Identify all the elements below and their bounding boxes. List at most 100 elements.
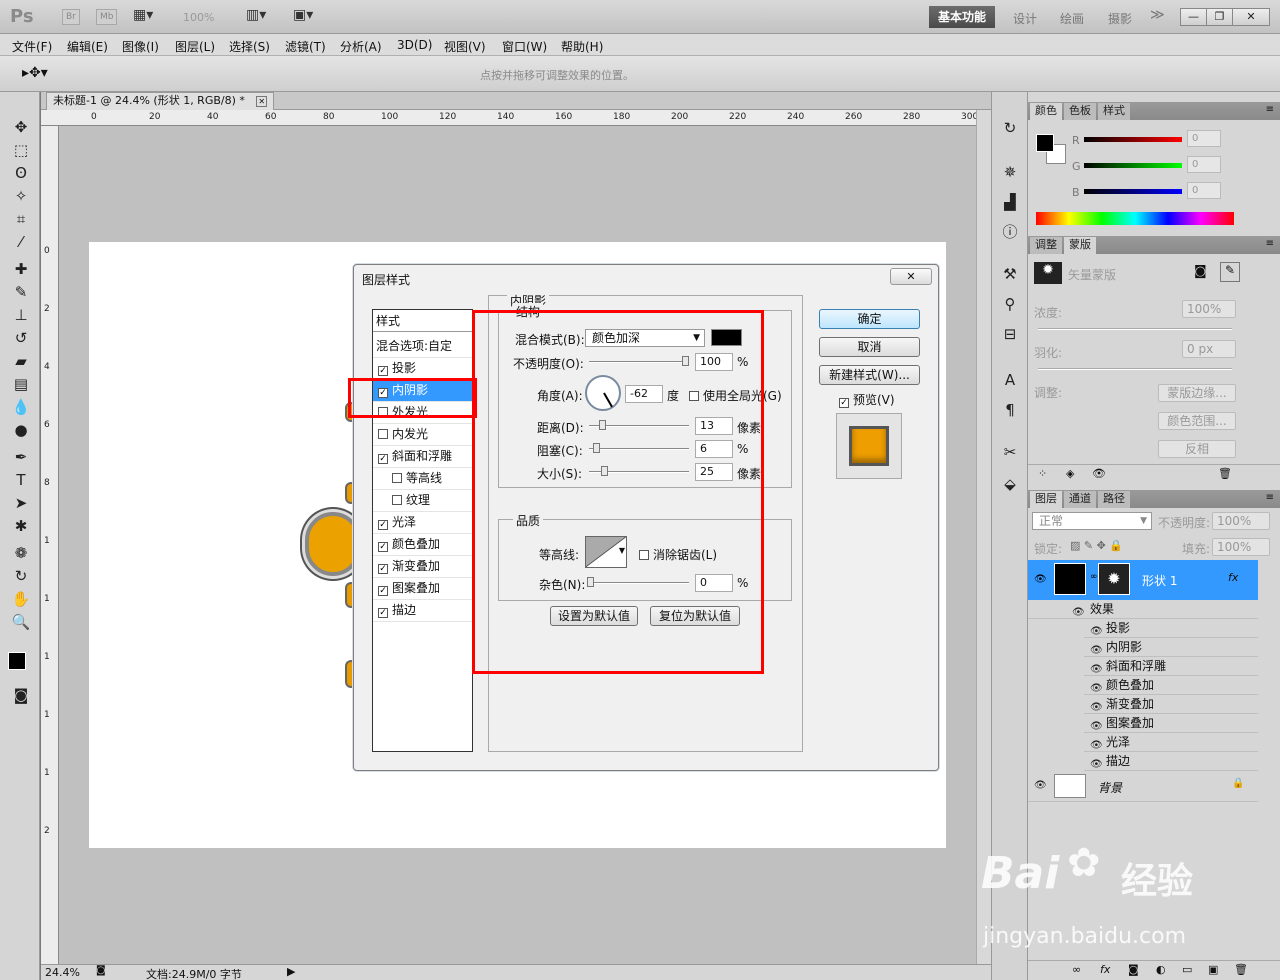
menu-layer[interactable]: 图层(L) (175, 38, 215, 55)
type-icon[interactable]: T (9, 469, 33, 491)
r-input[interactable]: 0 (1187, 130, 1221, 147)
foreground-color-swatch[interactable] (8, 652, 26, 670)
style-item[interactable]: ✓ 光泽 (373, 512, 472, 534)
style-item[interactable]: ✓ 渐变叠加 (373, 556, 472, 578)
eyedropper-icon[interactable]: ⁄ (9, 231, 33, 253)
healing-brush-icon[interactable]: ✚ (9, 258, 33, 280)
dodge-icon[interactable]: ● (9, 419, 33, 441)
lasso-icon[interactable]: ʘ (9, 162, 33, 184)
character-icon[interactable]: A (1000, 370, 1020, 390)
menu-select[interactable]: 选择(S) (229, 38, 270, 55)
info-icon[interactable]: ⓘ (1000, 222, 1020, 242)
menu-3d[interactable]: 3D(D) (397, 38, 432, 52)
panel-menu-icon[interactable]: ≡ (1266, 238, 1274, 249)
document-tab[interactable]: 未标题-1 @ 24.4% (形状 1, RGB/8) * ✕ (46, 92, 275, 110)
workspace-design[interactable]: 设计 (1013, 10, 1037, 27)
checkbox-icon[interactable]: ✓ (378, 366, 388, 376)
checkbox-icon[interactable]: ✓ (378, 564, 388, 574)
checkbox-icon[interactable]: ✓ (378, 520, 388, 530)
menu-view[interactable]: 视图(V) (444, 38, 486, 55)
styles-header[interactable]: 样式 (373, 310, 472, 332)
dialog-close-button[interactable]: ✕ (890, 268, 932, 285)
checkbox-icon[interactable] (392, 495, 402, 505)
g-slider[interactable] (1084, 163, 1182, 168)
cancel-button[interactable]: 取消 (819, 337, 920, 357)
b-input[interactable]: 0 (1187, 182, 1221, 199)
quick-mask-icon[interactable]: ◙ (9, 684, 33, 706)
new-group-icon[interactable]: ▭ (1182, 963, 1192, 976)
effect-row[interactable]: 👁 图案叠加 (1084, 714, 1258, 733)
menu-edit[interactable]: 编辑(E) (67, 38, 108, 55)
panel-menu-icon[interactable]: ≡ (1266, 492, 1274, 503)
tab-channels[interactable]: 通道 (1064, 491, 1096, 508)
trash-icon[interactable]: 🗑 (1218, 467, 1232, 480)
style-item[interactable]: 纹理 (373, 490, 472, 512)
navigator-icon[interactable]: ✵ (1000, 162, 1020, 182)
effect-row[interactable]: 👁 斜面和浮雕 (1084, 657, 1258, 676)
minimize-button[interactable]: — (1180, 8, 1207, 26)
tab-color[interactable]: 颜色 (1030, 103, 1062, 120)
eye-icon[interactable]: 👁 (1072, 604, 1085, 622)
style-item[interactable]: 等高线 (373, 468, 472, 490)
trash-icon[interactable]: 🗑 (1234, 963, 1248, 976)
move-tool-icon[interactable]: ▸✥▾ (22, 65, 48, 81)
panel-menu-icon[interactable]: ≡ (1266, 104, 1274, 115)
path-selection-icon[interactable]: ➤ (9, 492, 33, 514)
menu-analysis[interactable]: 分析(A) (340, 38, 382, 55)
eye-icon[interactable]: 👁 (1090, 756, 1103, 774)
bridge-button[interactable]: Br (62, 9, 80, 25)
crop-icon[interactable]: ⌗ (9, 208, 33, 230)
tab-swatches[interactable]: 色板 (1064, 103, 1096, 120)
workspace-paint[interactable]: 绘画 (1060, 10, 1084, 27)
color-range-button[interactable]: 颜色范围... (1158, 412, 1236, 430)
effect-row[interactable]: 👁 颜色叠加 (1084, 676, 1258, 695)
layer-opacity-input[interactable]: 100% (1212, 512, 1270, 530)
new-layer-icon[interactable]: ▣ (1208, 963, 1218, 976)
effect-row[interactable]: 👁 描边 (1084, 752, 1258, 771)
b-slider[interactable] (1084, 189, 1182, 194)
3d-icon[interactable]: ⬙ (1000, 474, 1020, 494)
tab-layers[interactable]: 图层 (1030, 491, 1062, 508)
effects-row[interactable]: 👁 效果 (1028, 600, 1258, 619)
close-document-icon[interactable]: ✕ (256, 96, 268, 107)
tab-styles[interactable]: 样式 (1098, 103, 1130, 120)
effect-row[interactable]: 👁 内阴影 (1084, 638, 1258, 657)
layer-name[interactable]: 形状 1 (1142, 572, 1177, 589)
3d-orbit-icon[interactable]: ↻ (9, 565, 33, 587)
invert-button[interactable]: 反相 (1158, 440, 1236, 458)
add-mask-icon[interactable]: ◙ (1128, 963, 1139, 976)
marquee-icon[interactable]: ⬚ (9, 139, 33, 161)
status-zoom[interactable]: 24.4% (45, 966, 80, 979)
view-extras-icon[interactable]: ▦▾ (133, 7, 153, 23)
ok-button[interactable]: 确定 (819, 309, 920, 329)
vertical-scrollbar[interactable] (976, 110, 991, 964)
checkbox-icon[interactable]: ✓ (378, 454, 388, 464)
checkbox-icon[interactable]: ✓ (378, 608, 388, 618)
color-spectrum[interactable] (1036, 212, 1234, 225)
arrange-documents-icon[interactable]: ▥▾ (246, 7, 266, 23)
tab-masks[interactable]: 蒙版 (1064, 237, 1096, 254)
vector-mask-icon[interactable]: ✹ (1034, 262, 1062, 284)
tool-presets-icon[interactable]: ⊟ (1000, 324, 1020, 344)
custom-shape-icon[interactable]: ✱ (9, 515, 33, 537)
feather-slider[interactable] (1038, 368, 1232, 370)
status-menu-arrow-icon[interactable]: ▶ (287, 965, 295, 978)
new-style-button[interactable]: 新建样式(W)... (819, 365, 920, 385)
workspace-photo[interactable]: 摄影 (1108, 10, 1132, 27)
hand-icon[interactable]: ✋ (9, 588, 33, 610)
tab-adjustments[interactable]: 调整 (1030, 237, 1062, 254)
apply-mask-icon[interactable]: ◈ (1066, 467, 1074, 480)
preview-checkbox[interactable]: ✓ 预览(V) (839, 391, 895, 408)
mini-bridge-button[interactable]: Mb (96, 9, 118, 25)
checkbox-icon[interactable]: ✓ (378, 586, 388, 596)
style-item[interactable]: ✓ 投影 (373, 358, 472, 380)
eraser-icon[interactable]: ▰ (9, 350, 33, 372)
adjustment-layer-icon[interactable]: ◐ (1156, 963, 1166, 976)
histogram-icon[interactable]: ▟ (1000, 192, 1020, 212)
3d-rotate-icon[interactable]: ❁ (9, 542, 33, 564)
r-slider[interactable] (1084, 137, 1182, 142)
clone-source-icon[interactable]: ⚲ (1000, 294, 1020, 314)
tab-paths[interactable]: 路径 (1098, 491, 1130, 508)
shape-layer-row[interactable]: 👁 ∞ ✹ 形状 1 fx (1028, 560, 1258, 600)
style-item[interactable]: ✓ 颜色叠加 (373, 534, 472, 556)
